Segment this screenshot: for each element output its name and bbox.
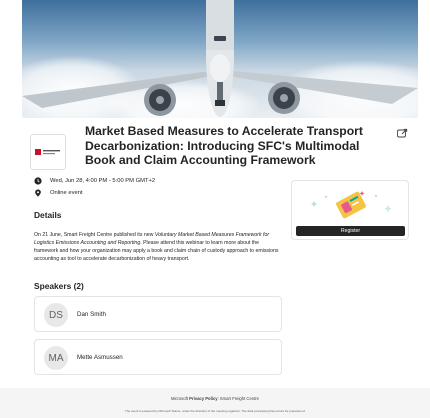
- event-meta: Wed, Jun 28, 4:00 PM - 5:00 PM GMT+2 Onl…: [34, 176, 155, 200]
- speaker-name: Mette Asmussen: [77, 354, 123, 361]
- share-icon[interactable]: [396, 126, 408, 138]
- footer-privacy-line: Microsoft Privacy Policy: Smart Freight …: [0, 396, 430, 401]
- speaker-card[interactable]: DS Dan Smith: [34, 296, 282, 332]
- privacy-policy-link[interactable]: Privacy Policy: [189, 396, 217, 401]
- event-location: Online event: [50, 190, 83, 196]
- event-title: Market Based Measures to Accelerate Tran…: [85, 124, 363, 167]
- location-pin-icon: [35, 189, 41, 197]
- avatar: MA: [44, 346, 68, 370]
- footer-notice: The event is powered by Microsoft Teams,…: [125, 409, 305, 413]
- speakers-heading: Speakers (2): [34, 281, 84, 291]
- event-page: Market Based Measures to Accelerate Tran…: [0, 0, 430, 418]
- event-datetime-row: Wed, Jun 28, 4:00 PM - 5:00 PM GMT+2: [34, 176, 155, 186]
- event-location-row: Online event: [34, 188, 155, 198]
- avatar: DS: [44, 303, 68, 327]
- organizer-logo: [30, 134, 66, 170]
- airplane-illustration: [22, 0, 418, 117]
- calendar-icon: [34, 177, 42, 185]
- speaker-name: Dan Smith: [77, 311, 106, 318]
- details-heading: Details: [34, 210, 62, 220]
- footer-prefix: Microsoft: [171, 396, 190, 401]
- details-text-part1: On 21 June, Smart Freight Centre publish…: [34, 232, 155, 238]
- page-footer: Microsoft Privacy Policy: Smart Freight …: [0, 388, 430, 418]
- details-text: On 21 June, Smart Freight Centre publish…: [34, 231, 282, 263]
- speaker-card[interactable]: MA Mette Asmussen: [34, 339, 282, 375]
- event-datetime: Wed, Jun 28, 4:00 PM - 5:00 PM GMT+2: [50, 178, 156, 184]
- ticket-illustration: [311, 191, 392, 219]
- hero-image: [22, 0, 418, 118]
- footer-org: : Smart Freight Centre: [217, 396, 259, 401]
- register-button[interactable]: Register: [296, 226, 405, 236]
